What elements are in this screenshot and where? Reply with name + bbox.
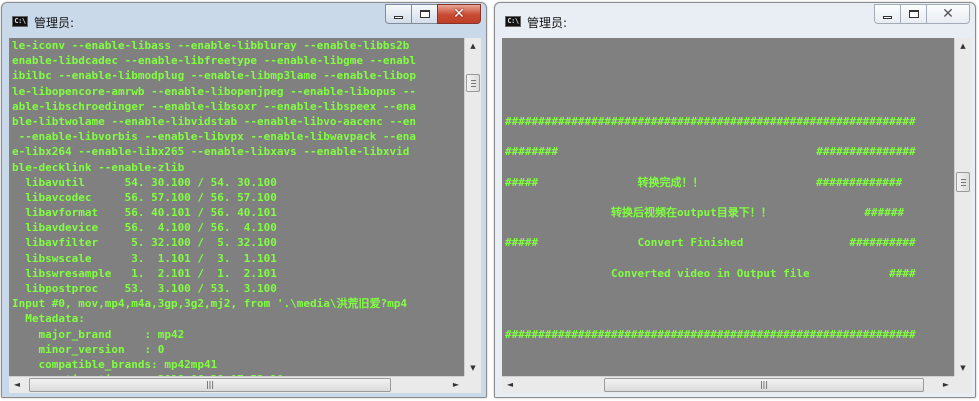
minimize-button[interactable]: [874, 4, 901, 24]
console-line: libavutil 54. 30.100 / 54. 30.100: [12, 175, 277, 189]
minimize-icon: [394, 15, 403, 19]
console-line: libavdevice 56. 4.100 / 56. 4.100: [12, 221, 277, 235]
console-line: le-iconv --enable-libass --enable-libblu…: [12, 39, 410, 52]
caption-buttons: ✕: [874, 4, 970, 26]
console-line: Metadata:: [12, 312, 85, 326]
close-icon: ✕: [453, 6, 465, 22]
window-title: 管理员:: [527, 16, 568, 30]
console-window-left[interactable]: C:\ 管理员: ✕ le-iconv --enable-libass --en…: [1, 2, 487, 398]
console-line: enable-libdcadec --enable-libfreetype --…: [12, 54, 416, 68]
vertical-scroll-thumb[interactable]: [466, 74, 480, 92]
console-line: ########################################…: [505, 327, 916, 341]
console-line: le-libopencore-amrwb --enable-libopenjpe…: [12, 84, 416, 98]
vertical-scrollbar[interactable]: ▲ ▼: [954, 38, 971, 376]
vertical-scroll-thumb[interactable]: [956, 172, 970, 192]
console-line: able-libschroedinger --enable-libsoxr --…: [12, 99, 416, 113]
vertical-scrollbar[interactable]: ▲ ▼: [464, 38, 481, 376]
console-line: libavfilter 5. 32.100 / 5. 32.100: [12, 236, 277, 250]
title-bar[interactable]: C:\ 管理员: ✕: [495, 3, 975, 37]
maximize-icon: [908, 10, 919, 18]
scroll-left-arrow-icon[interactable]: ◄: [502, 377, 518, 393]
console-line: major_brand : mp42: [12, 327, 185, 341]
console-line: libavcodec 56. 57.100 / 56. 57.100: [12, 190, 277, 204]
console-line: libpostproc 53. 3.100 / 53. 3.100: [12, 282, 277, 295]
console-line: ble-decklink --enable-zlib: [12, 160, 185, 174]
scroll-down-arrow-icon[interactable]: ▼: [955, 360, 971, 376]
title-bar[interactable]: C:\ 管理员: ✕: [2, 3, 486, 37]
horizontal-scroll-thumb[interactable]: |||: [604, 378, 924, 392]
close-button[interactable]: ✕: [926, 4, 970, 24]
cmd-icon: C:\: [505, 16, 521, 27]
minimize-button[interactable]: [385, 4, 412, 24]
horizontal-scrollbar[interactable]: ◄ ||| ►: [9, 376, 464, 393]
console-line: minor_version : 0: [12, 342, 165, 356]
horizontal-scroll-thumb[interactable]: |||: [29, 378, 391, 392]
scroll-down-arrow-icon[interactable]: ▼: [465, 360, 481, 376]
maximize-button[interactable]: [900, 4, 927, 24]
console-line: libswresample 1. 2.101 / 1. 2.101: [12, 266, 277, 280]
console-line: --enable-libvorbis --enable-libvpx --ena…: [12, 130, 416, 144]
maximize-button[interactable]: [411, 4, 438, 24]
console-output[interactable]: ########################################…: [502, 38, 954, 376]
close-icon: ✕: [942, 6, 954, 22]
console-line: ######## ###############: [505, 145, 916, 159]
scroll-left-arrow-icon[interactable]: ◄: [9, 377, 25, 393]
console-window-right[interactable]: C:\ 管理员: ✕ #############################…: [494, 2, 976, 398]
horizontal-scrollbar[interactable]: ◄ ||| ►: [502, 376, 954, 393]
console-line: 转换后视频在output目录下！！ ######: [505, 206, 905, 220]
close-button[interactable]: ✕: [437, 4, 481, 24]
scroll-right-arrow-icon[interactable]: ►: [938, 377, 954, 393]
minimize-icon: [883, 15, 892, 19]
cmd-icon: C:\: [12, 16, 28, 27]
console-line: Converted video in Output file ####: [505, 266, 916, 280]
console-line: e-libx264 --enable-libx265 --enable-libx…: [12, 145, 410, 159]
console-line: ##### Convert Finished ##########: [505, 236, 916, 250]
caption-buttons: ✕: [385, 4, 481, 26]
scroll-up-arrow-icon[interactable]: ▲: [955, 38, 971, 54]
maximize-icon: [419, 10, 430, 18]
window-title: 管理员:: [34, 16, 75, 30]
console-output[interactable]: le-iconv --enable-libass --enable-libblu…: [9, 38, 464, 376]
console-line: libavformat 56. 40.101 / 56. 40.101: [12, 206, 277, 220]
console-line: ble-libtwolame --enable-libvidstab --ena…: [12, 114, 416, 128]
scrollbar-corner: [954, 376, 971, 393]
console-line: compatible_brands: mp42mp41: [12, 357, 218, 371]
console-line: ########################################…: [505, 114, 916, 128]
console-line: Input #0, mov,mp4,m4a,3gp,3g2,mj2, from …: [12, 297, 407, 311]
scrollbar-corner: [464, 376, 481, 393]
scroll-up-arrow-icon[interactable]: ▲: [465, 38, 481, 54]
console-line: libswscale 3. 1.101 / 3. 1.101: [12, 251, 277, 265]
scroll-right-arrow-icon[interactable]: ►: [448, 377, 464, 393]
console-line: ibilbc --enable-libmodplug --enable-libm…: [12, 69, 416, 83]
console-line: ##### 转换完成！！ #############: [505, 175, 903, 189]
